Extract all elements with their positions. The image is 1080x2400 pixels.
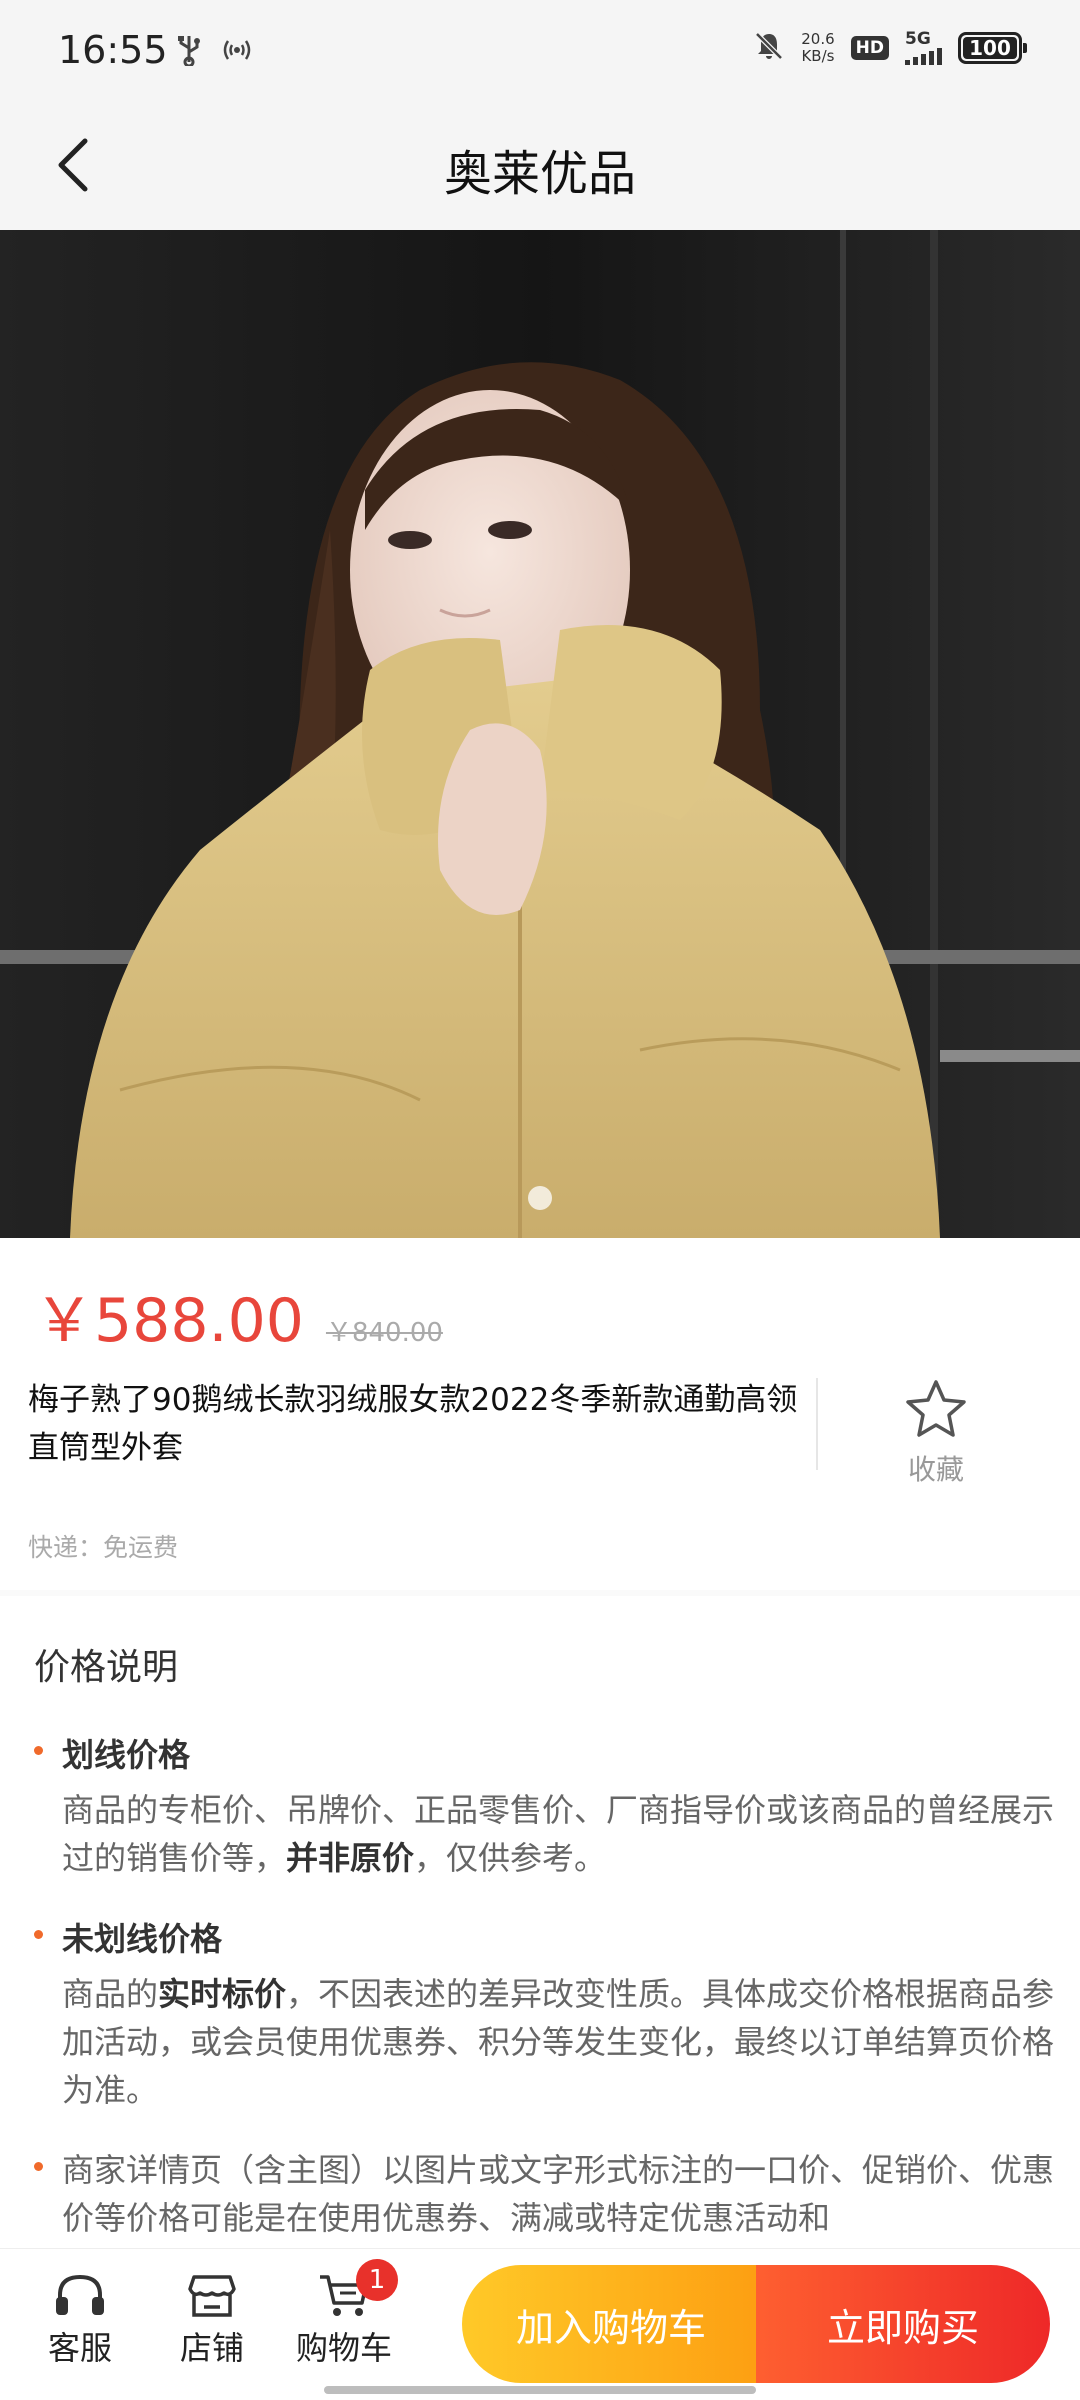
favorite-button[interactable]: 收藏 (880, 1378, 992, 1488)
shipping-info: 快递：免运费 (28, 1533, 179, 1562)
store-icon (188, 2275, 236, 2317)
network-type: 5G (905, 29, 931, 49)
cart-button[interactable]: 1 购物车 (284, 2259, 404, 2369)
headset-icon (56, 2274, 104, 2315)
store-button[interactable]: 店铺 (152, 2271, 272, 2369)
price-row: ￥588.00 ￥840.00 (34, 1272, 443, 1359)
price-explanation-title: 价格说明 (34, 1647, 179, 1688)
item-body: 商品的专柜价、吊牌价、正品零售价、厂商指导价或该商品的曾经展示过的销售价等，并非… (62, 1786, 1058, 1882)
page-title: 奥莱优品 (443, 146, 636, 202)
carousel-indicator-dot (528, 1186, 552, 1210)
product-photo (0, 230, 1080, 1238)
cart-count-badge: 1 (356, 2259, 398, 2301)
item-body: 商品的实时标价，不因表述的差异改变性质。具体成交价格根据商品参加活动，或会员使用… (62, 1970, 1058, 2114)
item-body: 商家详情页（含主图）以图片或文字形式标注的一口价、促销价、优惠价等价格可能是在使… (62, 2151, 1055, 2237)
network-speed: 20.6 KB/s (801, 31, 834, 65)
usb-icon (176, 34, 202, 70)
signal-bars-icon (905, 47, 942, 65)
item-text-bold: 实时标价 (158, 1975, 287, 2013)
mute-bell-icon (753, 30, 785, 66)
star-outline-icon (906, 1380, 966, 1437)
add-to-cart-button[interactable]: 加入购物车 (462, 2265, 760, 2383)
current-price: ￥588.00 (34, 1286, 304, 1356)
hotspot-icon (220, 35, 254, 69)
status-left-icons (176, 34, 254, 70)
item-text-bold: 并非原价 (286, 1839, 415, 1877)
bottom-action-bar: 客服 店铺 1 购物车 加入购物车 立即购买 (0, 2248, 1080, 2400)
product-title: 梅子熟了90鹅绒长款羽绒服女款2022冬季新款通勤高领直筒型外套 (28, 1382, 798, 1466)
original-price: ￥840.00 (325, 1318, 443, 1348)
network-speed-unit: KB/s (801, 47, 835, 65)
favorite-label: 收藏 (907, 1453, 964, 1486)
nav-bar: 奥莱优品 (0, 100, 1080, 230)
item-text: ，仅供参考。 (414, 1839, 607, 1877)
bullet-dot (34, 1930, 43, 1939)
status-right-icons: 20.6 KB/s HD 5G 100 (753, 30, 1027, 66)
item-heading: 未划线价格 (62, 1920, 223, 1958)
battery-level: 100 (969, 36, 1011, 60)
buy-now-button[interactable]: 立即购买 (756, 2265, 1050, 2383)
status-bar: 16:55 20.6 KB/s HD 5G 100 (0, 0, 1080, 100)
battery-icon: 100 (958, 32, 1027, 64)
store-label: 店铺 (179, 2329, 244, 2367)
item-heading: 划线价格 (62, 1736, 191, 1774)
hd-badge: HD (850, 36, 889, 60)
section-divider (0, 1590, 1080, 1596)
cellular-signal: 5G (905, 31, 942, 65)
item-text: 商品的 (62, 1975, 159, 2013)
customer-service-label: 客服 (47, 2329, 112, 2367)
home-indicator[interactable] (324, 2386, 756, 2394)
title-divider (816, 1378, 818, 1470)
bullet-dot (34, 2162, 43, 2171)
status-time: 16:55 (58, 28, 168, 72)
product-image-carousel[interactable] (0, 230, 1080, 1238)
customer-service-button[interactable]: 客服 (20, 2271, 140, 2369)
cart-label: 购物车 (295, 2329, 392, 2367)
network-speed-value: 20.6 (801, 30, 835, 48)
bullet-dot (34, 1746, 43, 1755)
